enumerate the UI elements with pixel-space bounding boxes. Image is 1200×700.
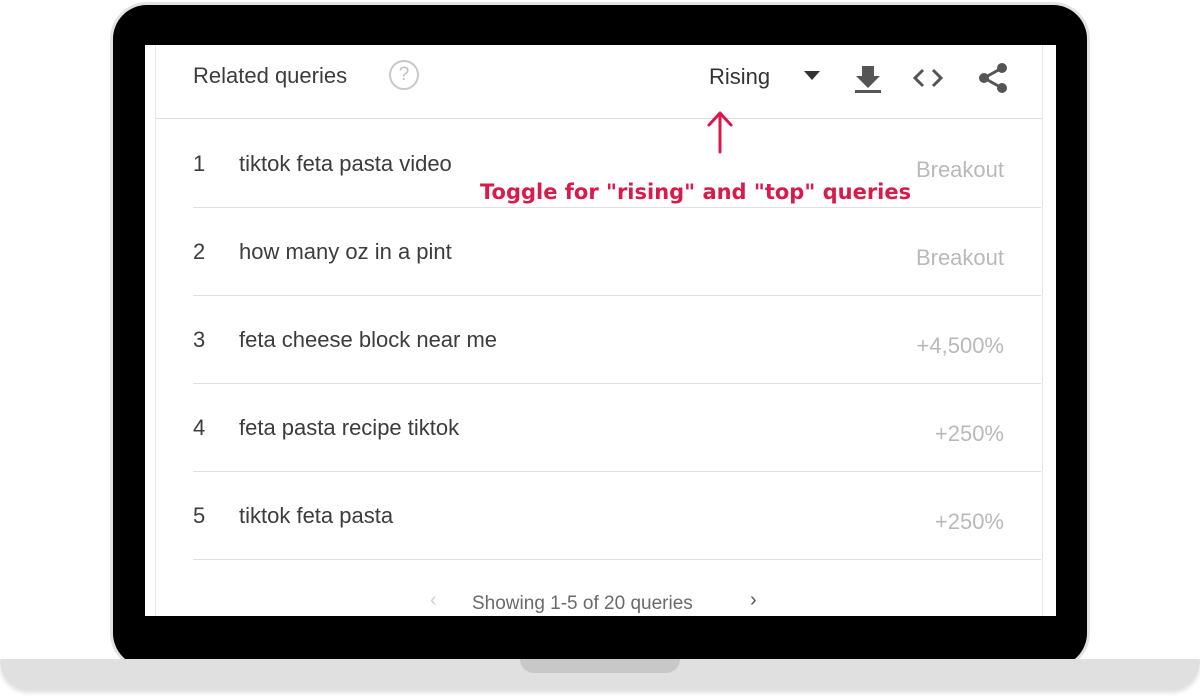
download-icon[interactable]	[851, 61, 885, 95]
chevron-left-icon[interactable]: ‹	[430, 589, 437, 612]
query-text[interactable]: feta cheese block near me	[239, 327, 497, 353]
mode-dropdown-label[interactable]: Rising	[709, 64, 770, 90]
query-rank: 5	[193, 503, 206, 528]
query-text[interactable]: tiktok feta pasta video	[239, 151, 452, 177]
query-rank: 3	[193, 327, 206, 352]
dropdown-arrow-icon[interactable]	[804, 71, 820, 80]
annotation-text: Toggle for "rising" and "top" queries	[480, 180, 912, 204]
query-value: Breakout	[915, 157, 1004, 182]
laptop-screen: Related queries ? Rising 1 tiktok feta p…	[145, 45, 1056, 616]
query-row[interactable]: 3 feta cheese block near me +4,500%	[193, 295, 1041, 384]
query-text[interactable]: how many oz in a pint	[239, 239, 452, 265]
query-value: +250%	[934, 509, 1004, 534]
query-text[interactable]: tiktok feta pasta	[239, 503, 393, 529]
related-queries-card: Related queries ? Rising 1 tiktok feta p…	[155, 45, 1043, 616]
query-rank: 2	[193, 239, 206, 264]
query-value: +250%	[934, 421, 1004, 446]
card-header: Related queries ? Rising	[156, 45, 1042, 119]
laptop-notch	[520, 659, 680, 673]
query-rank: 1	[193, 151, 206, 176]
share-icon[interactable]	[976, 61, 1010, 95]
annotation-arrow-icon	[707, 111, 733, 154]
pagination: ‹ Showing 1-5 of 20 queries ›	[156, 585, 1042, 615]
chevron-right-icon[interactable]: ›	[750, 589, 757, 612]
pagination-status: Showing 1-5 of 20 queries	[472, 593, 693, 614]
query-row[interactable]: 2 how many oz in a pint Breakout	[193, 207, 1041, 296]
query-rank: 4	[193, 415, 206, 440]
query-value: Breakout	[915, 245, 1004, 270]
query-row[interactable]: 4 feta pasta recipe tiktok +250%	[193, 383, 1041, 472]
embed-code-icon[interactable]	[911, 61, 945, 95]
card-title: Related queries	[193, 63, 348, 88]
query-value: +4,500%	[916, 333, 1004, 358]
help-circle-icon[interactable]: ?	[389, 60, 419, 90]
query-row[interactable]: 5 tiktok feta pasta +250%	[193, 471, 1041, 560]
query-text[interactable]: feta pasta recipe tiktok	[239, 415, 459, 441]
